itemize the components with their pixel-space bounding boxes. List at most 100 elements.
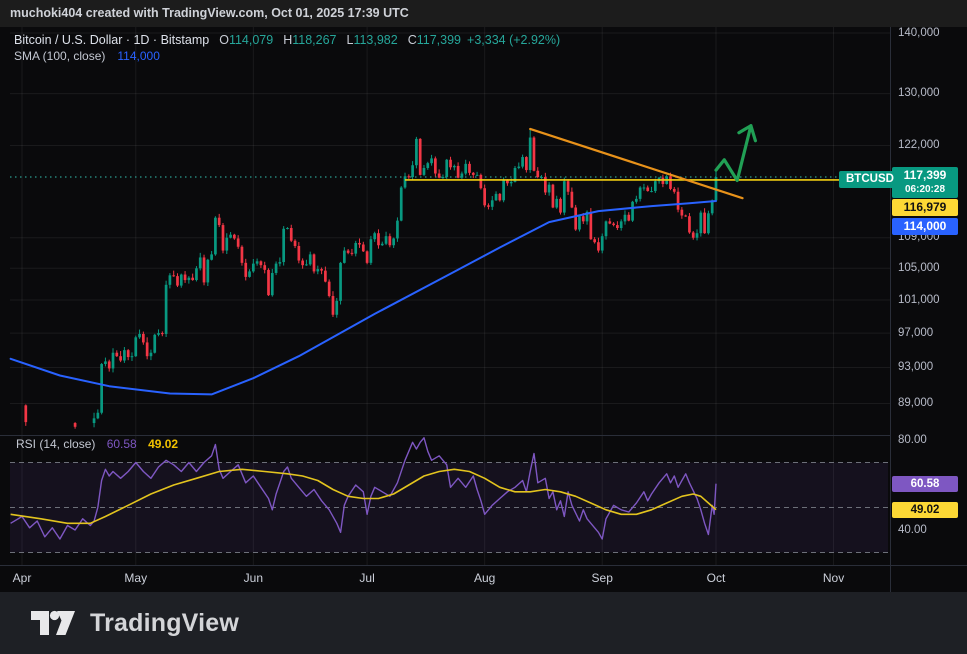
candle bbox=[616, 225, 619, 229]
candle bbox=[540, 176, 543, 178]
last-price-value: 117,399 bbox=[903, 168, 947, 182]
rsi-value-badge: 60.58 bbox=[892, 476, 958, 492]
rsi-legend[interactable]: RSI (14, close) 60.58 49.02 bbox=[16, 437, 178, 451]
price-axis[interactable]: 140,000 130,000 122,000 109,000 105,000 101,0… bbox=[890, 27, 967, 592]
candle bbox=[642, 187, 646, 189]
candle bbox=[191, 277, 195, 281]
candle bbox=[153, 334, 157, 353]
close-value: 117,399 bbox=[416, 33, 462, 47]
tradingview-logo-link[interactable]: TradingView bbox=[30, 607, 239, 639]
open-letter: O bbox=[219, 33, 229, 47]
candle bbox=[339, 262, 342, 301]
candle bbox=[96, 412, 100, 419]
candle bbox=[259, 261, 263, 266]
arrow-drawing[interactable] bbox=[714, 124, 758, 183]
candle bbox=[399, 187, 403, 221]
last-price-badge: 117,399 06:20:28 bbox=[892, 167, 958, 198]
price-axis-label: 122,000 bbox=[898, 139, 940, 152]
high-letter: H bbox=[283, 33, 293, 47]
sma-100-line[interactable] bbox=[9, 200, 717, 396]
candle bbox=[475, 174, 479, 176]
rsi-axis-label: 40.00 bbox=[898, 523, 927, 536]
candle bbox=[324, 270, 327, 282]
time-axis[interactable]: Apr May Jun Jul Aug Sep Oct Nov bbox=[0, 565, 890, 592]
candle bbox=[396, 220, 399, 239]
candle bbox=[502, 180, 505, 201]
candle bbox=[635, 198, 638, 202]
rsi-label: RSI (14, close) bbox=[16, 437, 96, 451]
candle bbox=[270, 272, 274, 296]
candle bbox=[327, 281, 331, 297]
candle bbox=[164, 284, 168, 334]
candle bbox=[100, 364, 103, 413]
candle bbox=[73, 423, 77, 427]
candle bbox=[449, 159, 452, 168]
time-axis-label: May bbox=[124, 571, 148, 585]
candle bbox=[521, 157, 524, 167]
ohlc-row[interactable]: Bitcoin / U.S. Dollar · 1D · Bitstamp O 1… bbox=[14, 33, 560, 47]
candle bbox=[570, 191, 574, 208]
candle bbox=[331, 296, 335, 315]
candle bbox=[407, 176, 411, 178]
candle bbox=[566, 181, 570, 192]
candle bbox=[468, 163, 471, 173]
candle bbox=[415, 138, 418, 166]
candle bbox=[707, 213, 710, 234]
candle bbox=[157, 333, 160, 335]
candle bbox=[202, 257, 206, 283]
candle bbox=[509, 181, 513, 184]
candle bbox=[471, 172, 475, 175]
candle bbox=[377, 233, 380, 246]
candle bbox=[255, 261, 259, 264]
candle bbox=[672, 188, 676, 192]
candle bbox=[104, 361, 107, 365]
symbol-title: Bitcoin / U.S. Dollar · 1D · Bitstamp bbox=[14, 33, 210, 47]
trendline-drawing[interactable] bbox=[529, 127, 744, 200]
candle bbox=[411, 165, 414, 177]
candle bbox=[392, 238, 395, 246]
candle bbox=[335, 300, 339, 315]
candle bbox=[350, 252, 354, 254]
candle bbox=[138, 333, 141, 338]
candle bbox=[111, 352, 115, 369]
time-axis-label: Sep bbox=[591, 571, 613, 585]
candle bbox=[646, 187, 650, 192]
rsi-ma-value-badge: 49.02 bbox=[892, 502, 958, 518]
candle bbox=[233, 234, 236, 239]
sma-label: SMA (100, close) bbox=[14, 49, 106, 63]
candle bbox=[426, 163, 430, 168]
price-axis-label: 130,000 bbox=[898, 87, 940, 100]
price-axis-label: 140,000 bbox=[898, 26, 940, 39]
candle bbox=[487, 205, 490, 207]
candle bbox=[574, 207, 578, 230]
candle bbox=[631, 201, 634, 221]
price-axis-label: 101,000 bbox=[898, 293, 940, 306]
candle bbox=[236, 238, 240, 247]
candle bbox=[464, 163, 468, 174]
candle bbox=[445, 159, 449, 177]
candle bbox=[494, 193, 498, 201]
candle bbox=[627, 214, 631, 221]
candle bbox=[168, 275, 172, 285]
candle bbox=[365, 251, 369, 263]
candle bbox=[589, 211, 593, 240]
time-axis-label: Nov bbox=[822, 571, 845, 585]
candle bbox=[456, 165, 460, 178]
candle bbox=[305, 264, 308, 266]
candle bbox=[278, 262, 282, 264]
sma-row[interactable]: SMA (100, close) 114,000 bbox=[14, 49, 560, 63]
pane-separator[interactable] bbox=[0, 435, 890, 436]
candle bbox=[578, 216, 581, 230]
candle bbox=[422, 167, 426, 175]
candle bbox=[24, 405, 28, 423]
candle bbox=[274, 263, 278, 273]
candle bbox=[301, 260, 304, 266]
candle bbox=[145, 342, 149, 357]
candle bbox=[434, 158, 437, 174]
candle bbox=[354, 242, 358, 254]
candle bbox=[92, 418, 96, 424]
chart-canvas[interactable] bbox=[0, 0, 967, 654]
hline-price-badge: 116,979 bbox=[892, 199, 958, 216]
tradingview-chart-window: muchoki404 created with TradingView.com,… bbox=[0, 0, 967, 654]
bar-countdown: 06:20:28 bbox=[904, 184, 946, 195]
